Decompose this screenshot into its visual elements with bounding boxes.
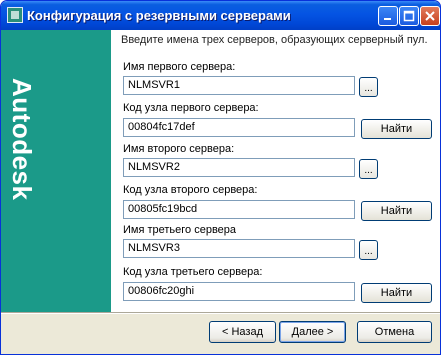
dialog-window: Конфигурация с резервными серверами Auto…: [0, 0, 441, 355]
maximize-icon: [403, 10, 415, 22]
server2-browse-button[interactable]: ...: [359, 159, 378, 179]
app-icon: [7, 7, 23, 23]
server3-host-field[interactable]: 00806fc20ghi: [123, 282, 355, 301]
maximize-button[interactable]: [399, 6, 419, 26]
server3-name-field[interactable]: NLMSVR3: [123, 239, 355, 258]
server3-host-label: Код узла третьего сервера:: [123, 266, 263, 278]
server1-find-button[interactable]: Найти: [361, 119, 432, 139]
back-button[interactable]: < Назад: [209, 321, 276, 343]
server2-find-button[interactable]: Найти: [361, 201, 432, 221]
server2-name-label: Имя второго сервера:: [123, 143, 235, 155]
server1-host-label: Код узла первого сервера:: [123, 102, 259, 114]
autodesk-logo: Autodesk: [7, 78, 37, 201]
server1-browse-button[interactable]: ...: [359, 77, 378, 97]
server3-browse-button[interactable]: ...: [359, 240, 378, 260]
server3-find-button[interactable]: Найти: [361, 283, 432, 303]
server3-name-label: Имя третьего сервера: [123, 224, 237, 236]
server2-host-field[interactable]: 00805fc19bcd: [123, 200, 355, 219]
window-title: Конфигурация с резервными серверами: [27, 8, 291, 23]
cancel-button[interactable]: Отмена: [357, 321, 432, 343]
minimize-button[interactable]: [378, 6, 398, 26]
side-banner: Autodesk: [1, 30, 111, 312]
server1-name-field[interactable]: NLMSVR1: [123, 76, 355, 95]
next-button[interactable]: Далее >: [279, 321, 346, 343]
close-icon: [425, 11, 435, 21]
server1-name-label: Имя первого сервера:: [123, 61, 236, 73]
minimize-icon: [384, 18, 391, 20]
server1-host-field[interactable]: 00804fc17def: [123, 118, 355, 137]
footer-divider: [1, 312, 440, 314]
title-bar[interactable]: Конфигурация с резервными серверами: [1, 1, 440, 30]
intro-text: Введите имена трех серверов, образующих …: [121, 34, 428, 46]
server2-name-field[interactable]: NLMSVR2: [123, 158, 355, 177]
close-button[interactable]: [420, 6, 440, 26]
content-panel: Введите имена трех серверов, образующих …: [111, 30, 440, 312]
server2-host-label: Код узла второго сервера:: [123, 184, 258, 196]
